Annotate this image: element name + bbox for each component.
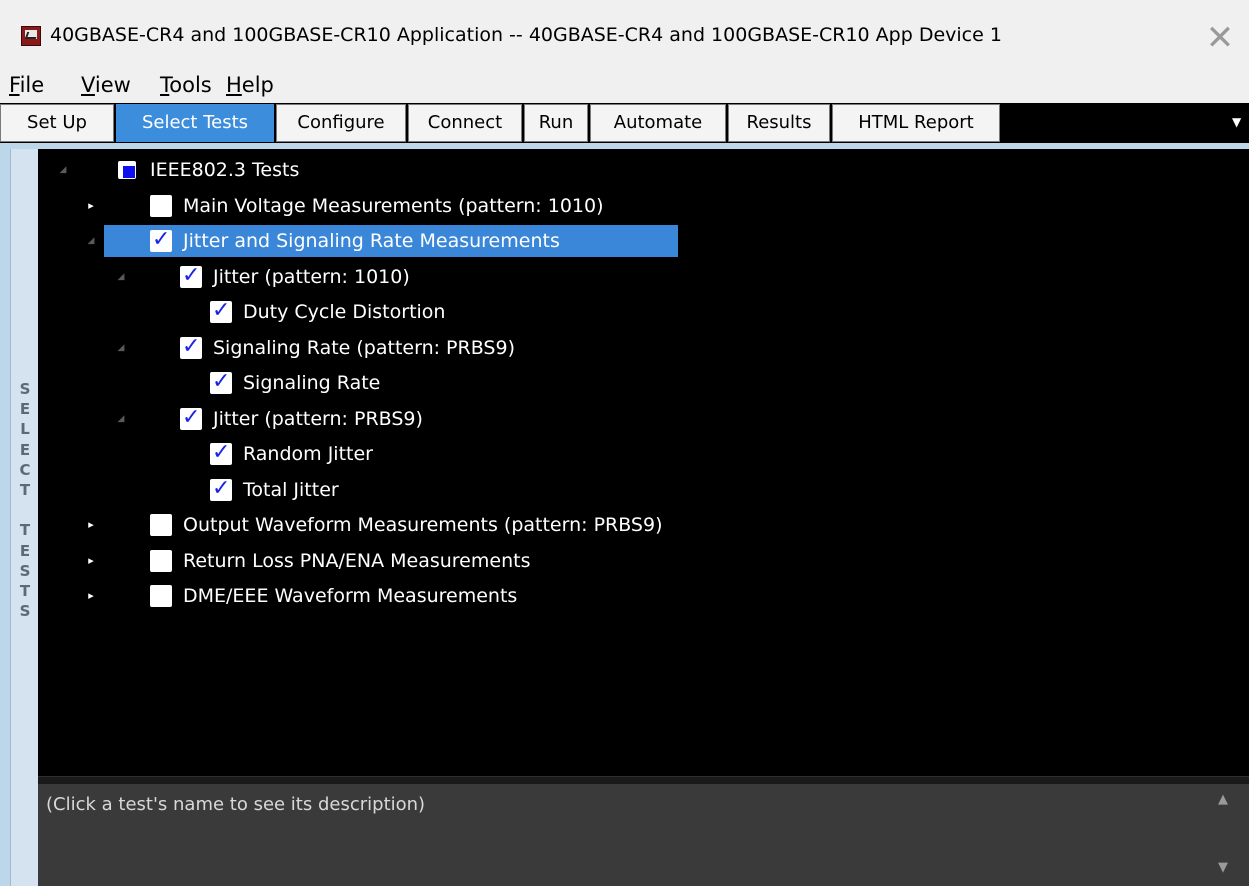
tree-node[interactable]: ✓ Signaling Rate (38, 369, 1238, 400)
tab-html-report[interactable]: HTML Report (832, 104, 1000, 142)
expand-arrow-icon[interactable]: ▸ (84, 554, 98, 568)
tree-node-label[interactable]: Jitter (pattern: 1010) (213, 266, 410, 288)
tree-checkbox[interactable]: ✓ (210, 369, 232, 394)
menu-view[interactable]: View (81, 73, 131, 97)
tree-node-label[interactable]: Jitter (pattern: PRBS9) (213, 408, 423, 430)
checkmark-icon: ✓ (212, 440, 231, 465)
tree-checkbox[interactable] (150, 195, 172, 217)
tree-node-label[interactable]: Duty Cycle Distortion (243, 301, 445, 323)
tree-checkbox[interactable] (150, 585, 172, 607)
tree-node[interactable]: ◢ ✓ Signaling Rate (pattern: PRBS9) (38, 334, 1238, 365)
expand-arrow-icon[interactable]: ▸ (84, 518, 98, 532)
menu-tools[interactable]: Tools (160, 73, 212, 97)
expand-arrow-icon[interactable]: ▸ (84, 589, 98, 603)
tab-connect[interactable]: Connect (408, 104, 522, 142)
checkmark-icon: ✓ (182, 263, 201, 288)
tree-checkbox[interactable]: ✓ (180, 405, 202, 430)
menu-bar: File View Tools Help (0, 68, 1249, 103)
tree-node-label[interactable]: Main Voltage Measurements (pattern: 1010… (183, 195, 604, 217)
tree-node-label[interactable]: IEEE802.3 Tests (150, 159, 299, 181)
tab-strip: Set Up Select Tests Configure Connect Ru… (0, 103, 1249, 143)
splitter[interactable] (38, 776, 1249, 784)
app-window: 40GBASE-CR4 and 100GBASE-CR10 Applicatio… (0, 0, 1249, 886)
sidebar-panel: SELECT TESTS (0, 149, 38, 886)
tree-node-label[interactable]: Jitter and Signaling Rate Measurements (183, 230, 560, 252)
tree-node[interactable]: ✓ Random Jitter (38, 440, 1238, 471)
tree-node[interactable]: ◢ ✓ Jitter (pattern: 1010) (38, 263, 1238, 294)
tab-set-up[interactable]: Set Up (0, 104, 114, 142)
app-logo-icon (21, 26, 41, 46)
tree-checkbox[interactable] (118, 161, 136, 179)
tab-configure[interactable]: Configure (276, 104, 406, 142)
description-pane: (Click a test's name to see its descript… (38, 784, 1249, 886)
checkmark-icon: ✓ (212, 476, 231, 501)
title-bar: 40GBASE-CR4 and 100GBASE-CR10 Applicatio… (0, 0, 1249, 68)
sidebar-label-strip[interactable]: SELECT TESTS (10, 149, 38, 886)
checkmark-icon: ✓ (152, 227, 171, 252)
expand-arrow-icon[interactable]: ▸ (84, 199, 98, 213)
tree-node-label[interactable]: DME/EEE Waveform Measurements (183, 585, 517, 607)
tree-checkbox[interactable] (150, 514, 172, 536)
collapse-arrow-icon[interactable]: ◢ (114, 412, 128, 426)
tree-node[interactable]: ◢ ✓ Jitter (pattern: PRBS9) (38, 405, 1238, 436)
collapse-arrow-icon[interactable]: ◢ (84, 234, 98, 248)
checkmark-icon: ✓ (212, 369, 231, 394)
checkmark-icon: ✓ (212, 298, 231, 323)
tab-automate[interactable]: Automate (590, 104, 726, 142)
tree-node-label[interactable]: Output Waveform Measurements (pattern: P… (183, 514, 663, 536)
tree-node[interactable]: ◢ ✓ Jitter and Signaling Rate Measurements (38, 227, 1238, 258)
tree-checkbox[interactable]: ✓ (150, 227, 172, 252)
checkmark-icon: ✓ (182, 334, 201, 359)
tab-select-tests[interactable]: Select Tests (116, 104, 274, 142)
tree-checkbox[interactable] (150, 550, 172, 572)
collapse-arrow-icon[interactable]: ◢ (114, 270, 128, 284)
tree-checkbox[interactable]: ✓ (210, 298, 232, 323)
collapse-arrow-icon[interactable]: ◢ (56, 163, 70, 177)
sidebar-vertical-label: SELECT TESTS (19, 380, 31, 621)
tree-node-label[interactable]: Total Jitter (243, 479, 339, 501)
menu-file[interactable]: File (9, 73, 44, 97)
tab-overflow-icon[interactable]: ▼ (1232, 115, 1241, 129)
scroll-up-icon[interactable]: ▲ (1218, 792, 1228, 807)
tree-node[interactable]: ▸ Return Loss PNA/ENA Measurements (38, 548, 1238, 578)
tree-node-label[interactable]: Random Jitter (243, 443, 373, 465)
close-icon[interactable]: ✕ (1200, 18, 1240, 60)
scroll-down-icon[interactable]: ▼ (1218, 860, 1228, 875)
tree-node[interactable]: ▸ Output Waveform Measurements (pattern: … (38, 512, 1238, 542)
tree-node[interactable]: ▸ Main Voltage Measurements (pattern: 101… (38, 193, 1238, 223)
tree-checkbox[interactable]: ✓ (180, 334, 202, 359)
description-text: (Click a test's name to see its descript… (46, 794, 426, 815)
collapse-arrow-icon[interactable]: ◢ (114, 341, 128, 355)
checkmark-icon: ✓ (182, 405, 201, 430)
tree-node-label[interactable]: Signaling Rate (243, 372, 380, 394)
tree-checkbox[interactable]: ✓ (210, 476, 232, 501)
tab-run[interactable]: Run (524, 104, 588, 142)
tree-node[interactable]: ▸ DME/EEE Waveform Measurements (38, 583, 1238, 613)
menu-help[interactable]: Help (226, 73, 274, 97)
tree-node[interactable]: ✓ Total Jitter (38, 476, 1238, 507)
window-title: 40GBASE-CR4 and 100GBASE-CR10 Applicatio… (50, 24, 1002, 46)
tab-results[interactable]: Results (728, 104, 830, 142)
tree-node-label[interactable]: Signaling Rate (pattern: PRBS9) (213, 337, 515, 359)
tree-node[interactable]: ◢ IEEE802.3 Tests (38, 157, 1238, 187)
test-tree: ◢ IEEE802.3 Tests ▸ Main Voltage Measuremen… (38, 149, 1249, 776)
tree-checkbox[interactable]: ✓ (180, 263, 202, 288)
tree-checkbox[interactable]: ✓ (210, 440, 232, 465)
tree-node[interactable]: ✓ Duty Cycle Distortion (38, 298, 1238, 329)
tree-node-label[interactable]: Return Loss PNA/ENA Measurements (183, 550, 530, 572)
